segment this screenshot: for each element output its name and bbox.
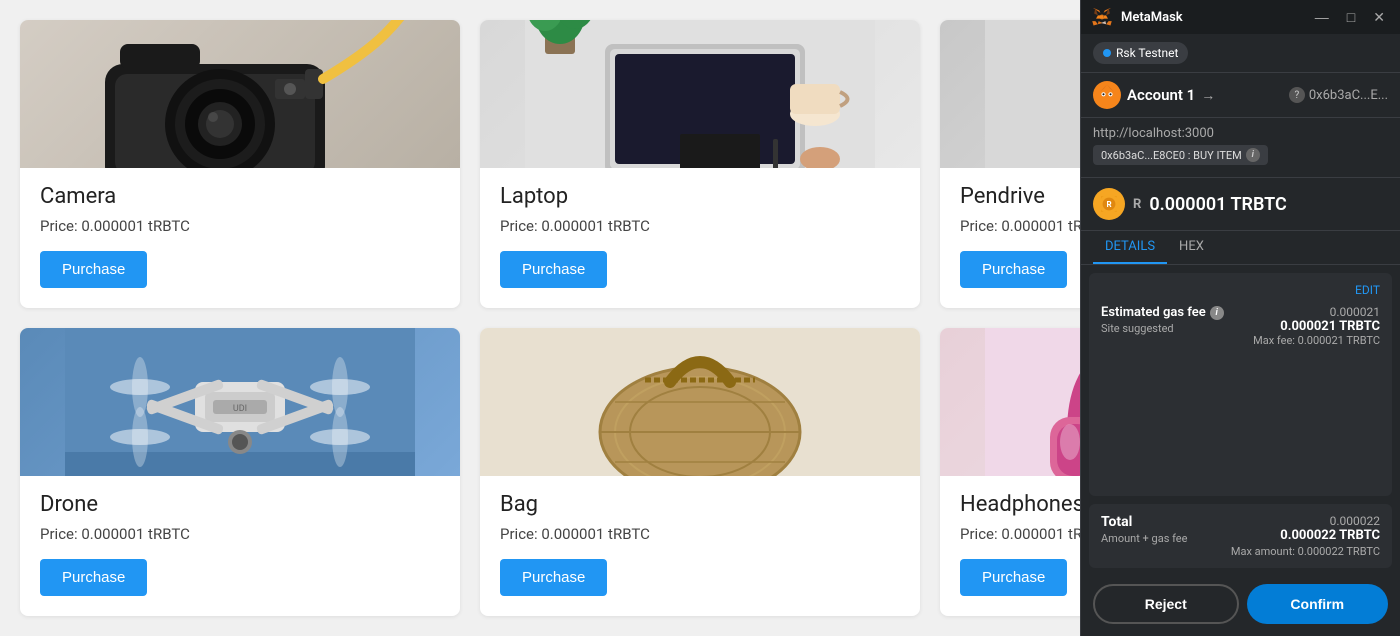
- gas-fee-value: 0.000021 0.000021 TRBTC Max fee: 0.00002…: [1253, 305, 1380, 347]
- arrow-right-icon: →: [1201, 87, 1215, 104]
- reject-button[interactable]: Reject: [1093, 584, 1239, 624]
- edit-link[interactable]: EDIT: [1101, 283, 1380, 297]
- gas-fee-value-small: 0.000021: [1253, 305, 1380, 319]
- account-address: 0x6b3aC...E...: [1309, 88, 1388, 103]
- tab-details[interactable]: DETAILS: [1093, 231, 1167, 264]
- metamask-network-header: Rsk Testnet: [1081, 34, 1400, 73]
- product-name-bag: Bag: [500, 492, 900, 517]
- product-info-camera: Camera Price: 0.000001 tRBTC Purchase: [20, 168, 460, 308]
- purchase-button-drone[interactable]: Purchase: [40, 559, 147, 596]
- product-card-drone: UDI Drone Price: 0.000001 tRBTC Purchase: [20, 328, 460, 616]
- product-image-bag: [480, 328, 920, 476]
- metamask-origin: http://localhost:3000 0x6b3aC...E8CE0 : …: [1081, 118, 1400, 178]
- gas-fee-info-icon: i: [1210, 306, 1224, 320]
- network-indicator-icon: [1103, 49, 1111, 57]
- product-name-camera: Camera: [40, 184, 440, 209]
- rbtc-coin-icon: R: [1093, 188, 1125, 220]
- product-price-bag: Price: 0.000001 tRBTC: [500, 525, 900, 543]
- metamask-panel: MetaMask — □ ✕ Rsk Testnet Account 1 → ?…: [1080, 0, 1400, 636]
- total-value-section: 0.000022 0.000022 TRBTC Max amount: 0.00…: [1231, 514, 1380, 558]
- product-image-camera: [20, 20, 460, 168]
- close-button[interactable]: ✕: [1368, 7, 1390, 28]
- metamask-titlebar: MetaMask — □ ✕: [1081, 0, 1400, 34]
- total-value-small: 0.000022: [1231, 514, 1380, 528]
- gas-fee-sublabel: Site suggested: [1101, 322, 1224, 335]
- product-name-drone: Drone: [40, 492, 440, 517]
- metamask-amount-section: R R 0.000001 TRBTC: [1081, 178, 1400, 231]
- contract-label: 0x6b3aC...E8CE0 : BUY ITEM: [1101, 149, 1242, 162]
- purchase-button-bag[interactable]: Purchase: [500, 559, 607, 596]
- gas-fee-label-text: Estimated gas fee: [1101, 305, 1206, 320]
- transaction-amount: 0.000001 TRBTC: [1149, 194, 1286, 215]
- product-image-laptop: [480, 20, 920, 168]
- minimize-button[interactable]: —: [1310, 7, 1334, 27]
- purchase-button-pendrive[interactable]: Purchase: [960, 251, 1067, 288]
- total-panel: Total Amount + gas fee 0.000022 0.000022…: [1089, 504, 1392, 568]
- currency-r-label: R: [1133, 197, 1141, 212]
- total-sublabel: Amount + gas fee: [1101, 532, 1187, 545]
- product-price-camera: Price: 0.000001 tRBTC: [40, 217, 440, 235]
- total-row: Total Amount + gas fee 0.000022 0.000022…: [1101, 514, 1380, 558]
- address-section: ? 0x6b3aC...E...: [1289, 87, 1388, 103]
- gas-fee-value-main: 0.000021 TRBTC: [1253, 319, 1380, 334]
- contract-badge: 0x6b3aC...E8CE0 : BUY ITEM i: [1093, 145, 1268, 165]
- product-price-laptop: Price: 0.000001 tRBTC: [500, 217, 900, 235]
- product-image-drone: UDI: [20, 328, 460, 476]
- gas-fee-row: Estimated gas fee i Site suggested 0.000…: [1101, 305, 1380, 347]
- metamask-actions: Reject Confirm: [1081, 576, 1400, 636]
- confirm-button[interactable]: Confirm: [1247, 584, 1389, 624]
- product-info-bag: Bag Price: 0.000001 tRBTC Purchase: [480, 476, 920, 616]
- product-name-laptop: Laptop: [500, 184, 900, 209]
- product-price-drone: Price: 0.000001 tRBTC: [40, 525, 440, 543]
- product-info-laptop: Laptop Price: 0.000001 tRBTC Purchase: [480, 168, 920, 308]
- metamask-account-section: Account 1 → ? 0x6b3aC...E...: [1081, 73, 1400, 118]
- tab-hex[interactable]: HEX: [1167, 231, 1216, 264]
- network-badge[interactable]: Rsk Testnet: [1093, 42, 1188, 64]
- product-info-drone: Drone Price: 0.000001 tRBTC Purchase: [20, 476, 460, 616]
- product-card-bag: Bag Price: 0.000001 tRBTC Purchase: [480, 328, 920, 616]
- purchase-button-laptop[interactable]: Purchase: [500, 251, 607, 288]
- maximize-button[interactable]: □: [1342, 7, 1360, 27]
- gas-fee-panel: EDIT Estimated gas fee i Site suggested …: [1089, 273, 1392, 496]
- total-value-main: 0.000022 TRBTC: [1231, 528, 1380, 543]
- total-label-section: Total Amount + gas fee: [1101, 514, 1187, 545]
- origin-url: http://localhost:3000: [1093, 126, 1214, 141]
- account-name: Account 1: [1127, 86, 1195, 104]
- product-card-laptop: Laptop Price: 0.000001 tRBTC Purchase: [480, 20, 920, 308]
- gas-fee-label-section: Estimated gas fee i Site suggested: [1101, 305, 1224, 335]
- metamask-tabs: DETAILS HEX: [1081, 231, 1400, 265]
- total-max-amount: Max amount: 0.000022 TRBTC: [1231, 545, 1380, 558]
- svg-text:R: R: [1106, 200, 1111, 209]
- network-label: Rsk Testnet: [1116, 46, 1178, 60]
- metamask-logo-icon: [1091, 6, 1113, 28]
- account-avatar-icon: [1093, 81, 1121, 109]
- total-label: Total: [1101, 514, 1187, 530]
- product-card-camera: Camera Price: 0.000001 tRBTC Purchase: [20, 20, 460, 308]
- gas-fee-max: Max fee: 0.000021 TRBTC: [1253, 334, 1380, 347]
- help-icon: ?: [1289, 87, 1305, 103]
- purchase-button-camera[interactable]: Purchase: [40, 251, 147, 288]
- metamask-title: MetaMask: [1121, 10, 1302, 25]
- contract-info-icon: i: [1246, 148, 1260, 162]
- purchase-button-headphones[interactable]: Purchase: [960, 559, 1067, 596]
- svg-text:UDI: UDI: [233, 404, 247, 414]
- gas-fee-label: Estimated gas fee i: [1101, 305, 1224, 320]
